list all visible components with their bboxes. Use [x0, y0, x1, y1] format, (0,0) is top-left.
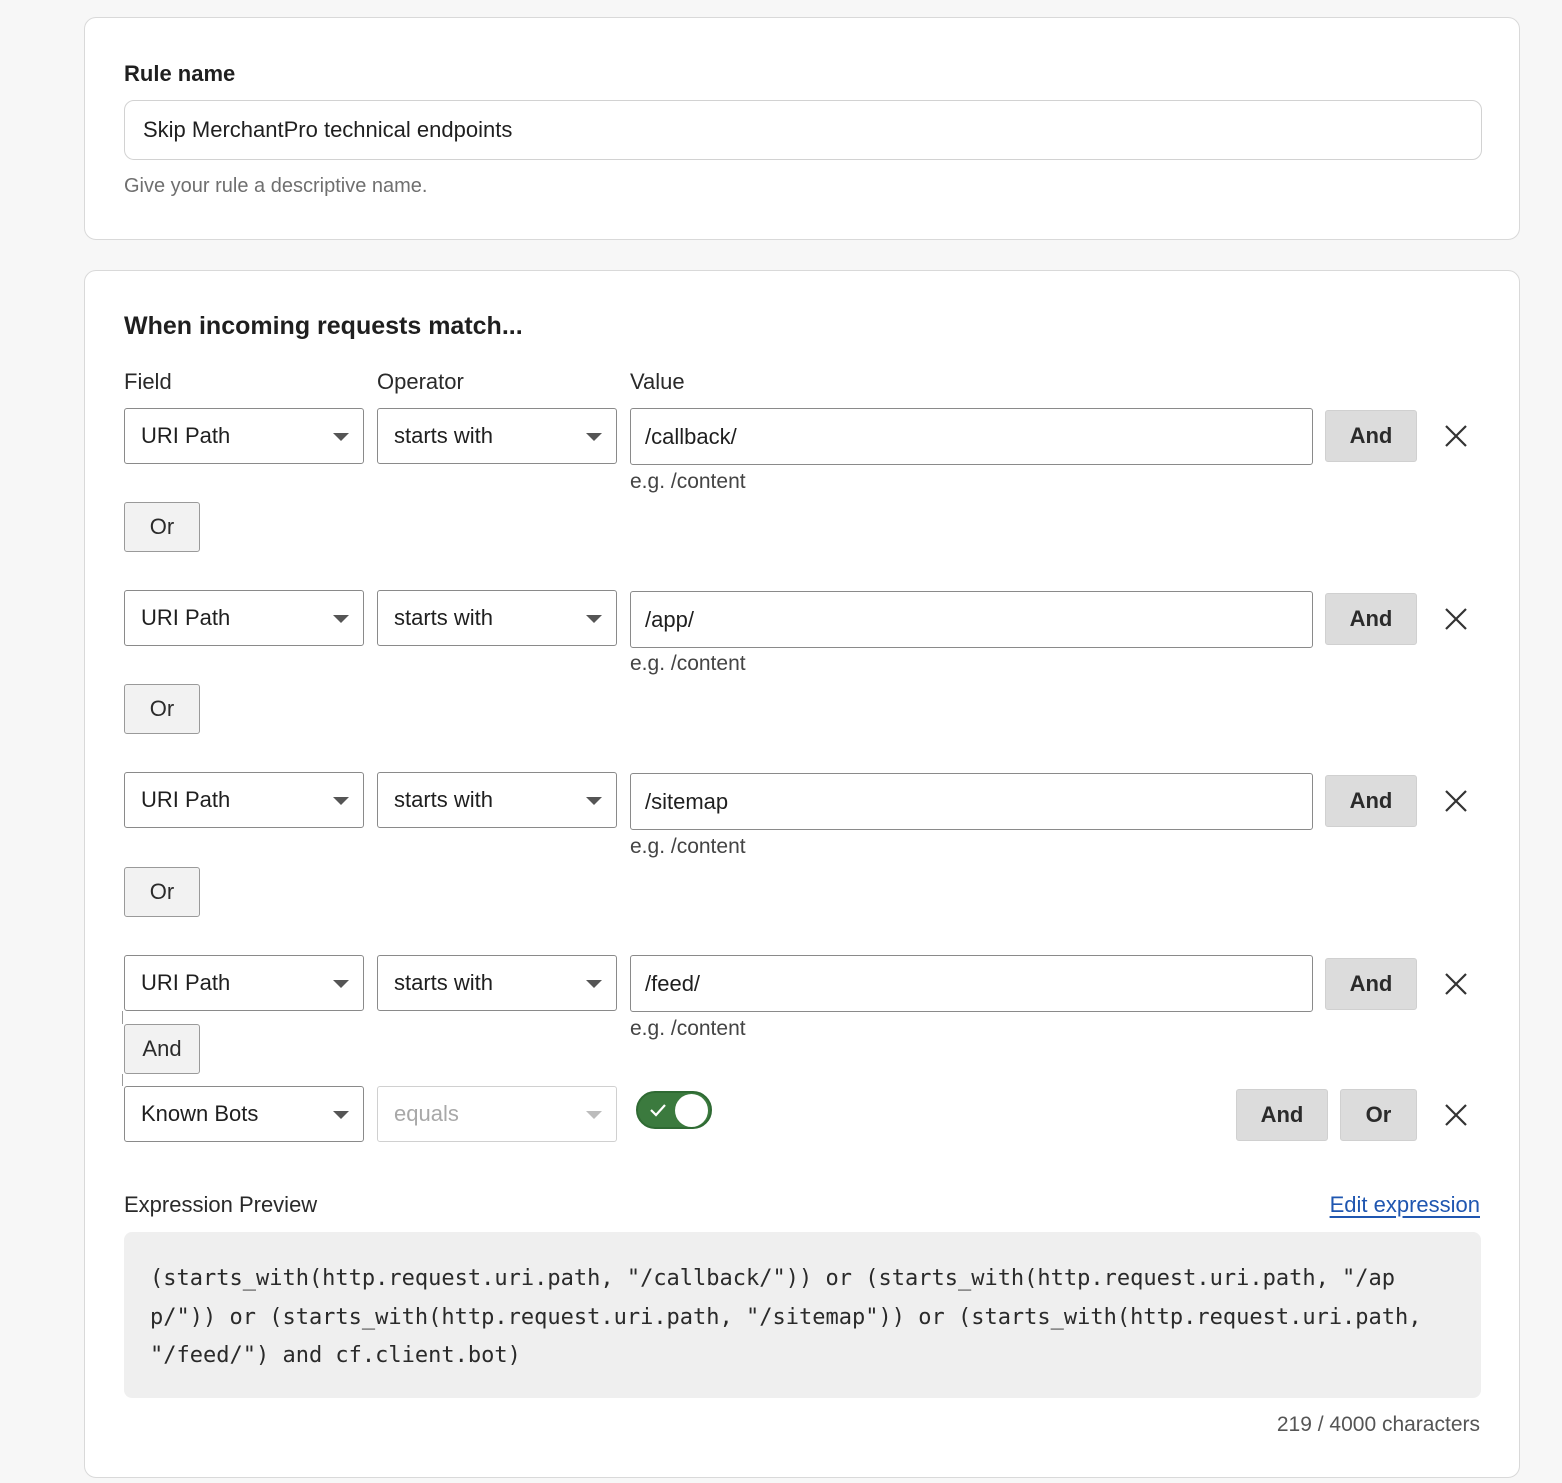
operator-select-value: starts with: [394, 970, 494, 995]
chevron-down-icon: [586, 797, 602, 805]
operator-select[interactable]: starts with: [377, 955, 617, 1011]
value-input[interactable]: /feed/: [630, 955, 1313, 1012]
edit-expression-link[interactable]: Edit expression: [1330, 1192, 1480, 1218]
chevron-down-icon: [586, 615, 602, 623]
value-input[interactable]: /app/: [630, 591, 1313, 648]
close-icon[interactable]: [1443, 606, 1469, 632]
chevron-down-icon: [586, 433, 602, 441]
field-select-value: URI Path: [141, 787, 231, 812]
toggle-knob: [675, 1094, 708, 1127]
value-input[interactable]: /callback/: [630, 408, 1313, 465]
chevron-down-icon: [333, 615, 349, 623]
operator-select[interactable]: starts with: [377, 772, 617, 828]
close-icon[interactable]: [1443, 971, 1469, 997]
value-input[interactable]: /sitemap: [630, 773, 1313, 830]
connector-line: [122, 1074, 123, 1086]
or-connector-button[interactable]: Or: [124, 867, 200, 917]
or-connector-button[interactable]: Or: [124, 502, 200, 552]
chevron-down-icon: [333, 433, 349, 441]
expression-preview-code: (starts_with(http.request.uri.path, "/ca…: [124, 1232, 1481, 1398]
add-and-button[interactable]: And: [1325, 958, 1417, 1010]
add-and-button[interactable]: And: [1325, 593, 1417, 645]
character-count: 219 / 4000 characters: [1276, 1413, 1480, 1436]
chevron-down-icon: [333, 797, 349, 805]
operator-select-value: starts with: [394, 787, 494, 812]
value-hint: e.g. /content: [630, 835, 746, 858]
add-and-button[interactable]: And: [1325, 410, 1417, 462]
close-icon[interactable]: [1443, 788, 1469, 814]
match-heading: When incoming requests match...: [124, 312, 523, 340]
value-column-label: Value: [630, 369, 685, 394]
chevron-down-icon: [586, 980, 602, 988]
field-select-value: URI Path: [141, 605, 231, 630]
check-icon: [650, 1104, 666, 1117]
close-icon[interactable]: [1443, 1102, 1469, 1128]
operator-column-label: Operator: [377, 369, 464, 394]
add-and-button[interactable]: And: [1325, 775, 1417, 827]
chevron-down-icon: [333, 980, 349, 988]
field-select-value: URI Path: [141, 423, 231, 448]
operator-select-value: starts with: [394, 423, 494, 448]
field-select[interactable]: Known Bots: [124, 1086, 364, 1142]
value-hint: e.g. /content: [630, 652, 746, 675]
operator-select[interactable]: starts with: [377, 408, 617, 464]
field-select[interactable]: URI Path: [124, 955, 364, 1011]
connector-line: [122, 1011, 123, 1024]
field-select[interactable]: URI Path: [124, 590, 364, 646]
chevron-down-icon: [333, 1111, 349, 1119]
value-hint: e.g. /content: [630, 1017, 746, 1040]
field-select[interactable]: URI Path: [124, 772, 364, 828]
value-hint: e.g. /content: [630, 470, 746, 493]
close-icon[interactable]: [1443, 423, 1469, 449]
or-connector-button[interactable]: Or: [124, 684, 200, 734]
known-bots-toggle[interactable]: [636, 1091, 712, 1129]
operator-select-value: equals: [394, 1101, 459, 1126]
chevron-down-icon: [586, 1111, 602, 1119]
rule-name-card: Rule name Skip MerchantPro technical end…: [84, 17, 1520, 240]
rule-name-input[interactable]: Skip MerchantPro technical endpoints: [124, 100, 1482, 160]
operator-select-value: starts with: [394, 605, 494, 630]
rule-name-label: Rule name: [124, 61, 236, 86]
field-select[interactable]: URI Path: [124, 408, 364, 464]
add-or-button[interactable]: Or: [1340, 1089, 1417, 1141]
field-select-value: URI Path: [141, 970, 231, 995]
operator-select: equals: [377, 1086, 617, 1142]
field-select-value: Known Bots: [141, 1101, 259, 1126]
add-and-button[interactable]: And: [1236, 1089, 1328, 1141]
field-column-label: Field: [124, 369, 172, 394]
and-connector-button[interactable]: And: [124, 1024, 200, 1074]
operator-select[interactable]: starts with: [377, 590, 617, 646]
rule-name-help: Give your rule a descriptive name.: [124, 175, 428, 197]
expression-preview-label: Expression Preview: [124, 1192, 318, 1217]
match-conditions-card: When incoming requests match... Field Op…: [84, 270, 1520, 1478]
